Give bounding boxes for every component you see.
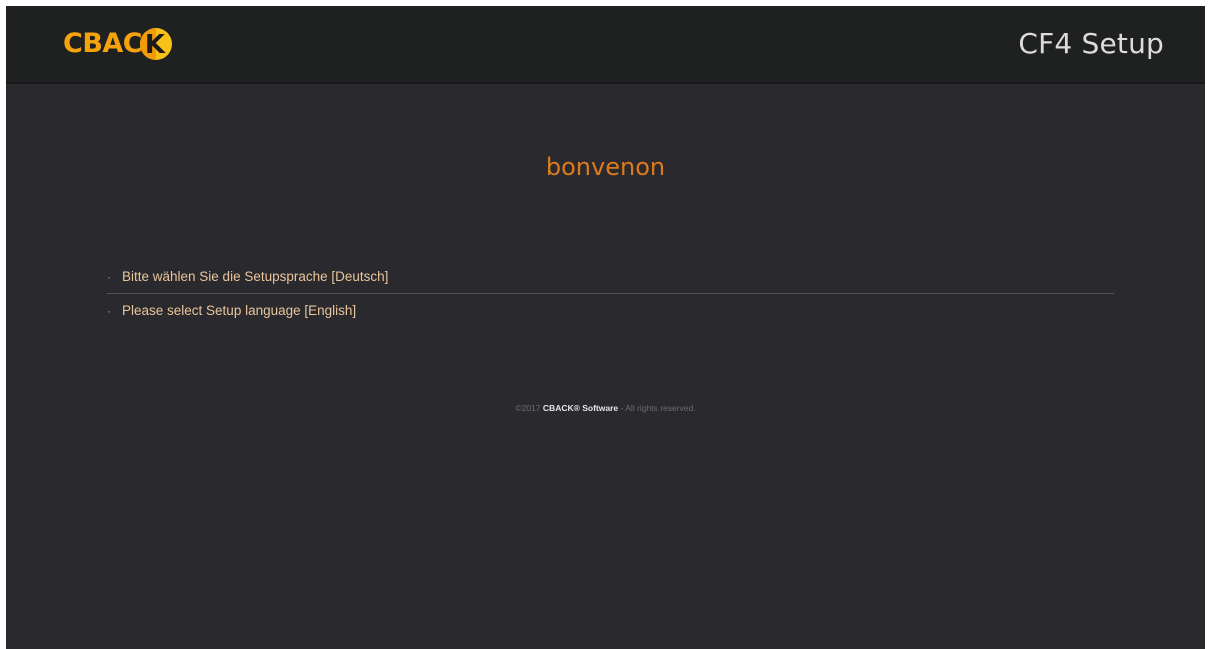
footer-rights: - All rights reserved.	[620, 403, 696, 413]
language-option-english[interactable]: · Please select Setup language [English]	[107, 294, 1114, 327]
bullet-icon: ·	[107, 269, 111, 284]
logo-k-badge-icon: K	[139, 27, 173, 61]
footer: ©2017 CBACK® Software - All rights reser…	[6, 401, 1205, 415]
logo-text: CBAC	[63, 28, 143, 59]
language-option-label[interactable]: Please select Setup language [English]	[122, 303, 356, 318]
footer-brand: CBACK® Software	[542, 403, 619, 413]
cback-logo: CBAC K	[63, 24, 173, 64]
footer-copyright: ©2017	[515, 403, 541, 413]
page-title: CF4 Setup	[1018, 27, 1164, 60]
logo-k-letter: K	[145, 30, 166, 60]
language-list: · Bitte wählen Sie die Setupsprache [Deu…	[107, 260, 1114, 327]
setup-page: CBAC K CF4 Setup bonvenon · Bitte wählen…	[6, 6, 1205, 649]
welcome-heading: bonvenon	[545, 153, 666, 181]
language-option-deutsch[interactable]: · Bitte wählen Sie die Setupsprache [Deu…	[107, 260, 1114, 293]
bullet-icon: ·	[107, 303, 111, 318]
language-option-label[interactable]: Bitte wählen Sie die Setupsprache [Deuts…	[122, 269, 388, 284]
header-bar: CBAC K CF4 Setup	[6, 6, 1205, 84]
